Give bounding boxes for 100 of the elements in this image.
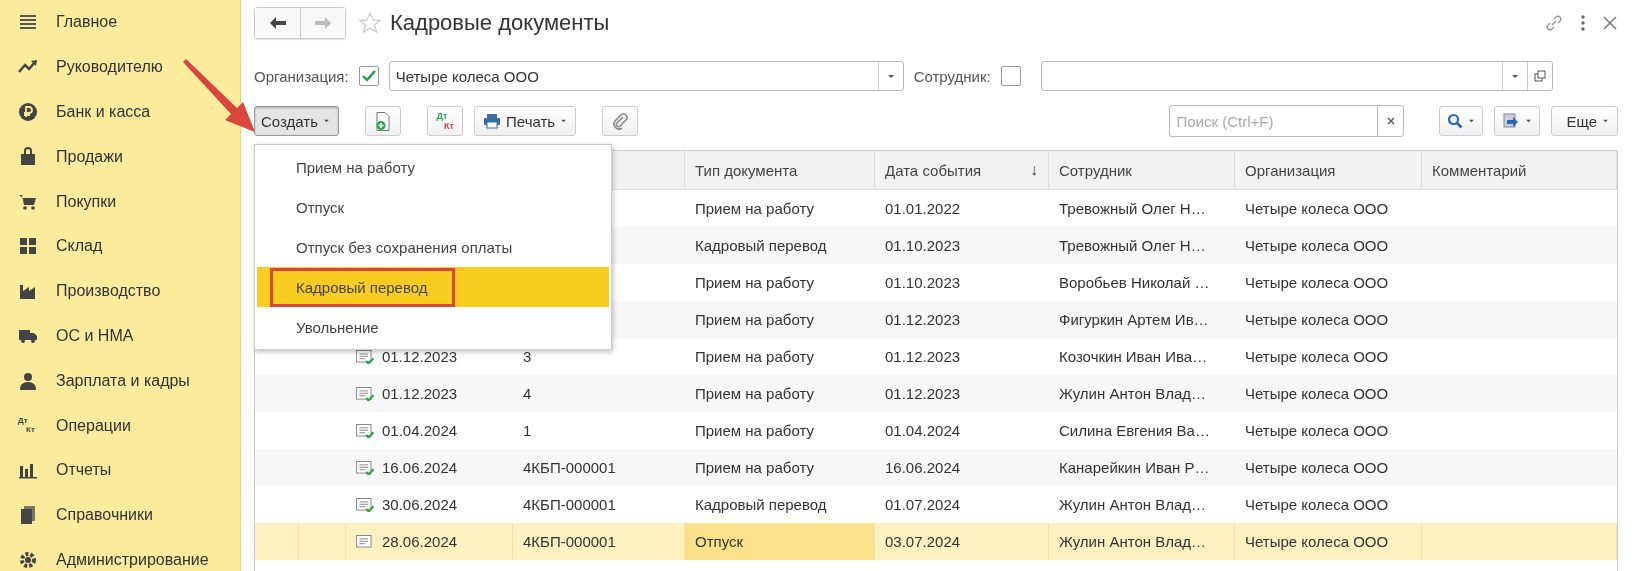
table-cell: 01.07.2024 <box>885 496 961 513</box>
link-icon[interactable] <box>1544 12 1564 33</box>
column-header[interactable]: Тип документа <box>685 151 875 189</box>
table-cell: Тревожный Олег Н… <box>1059 200 1206 217</box>
table-cell: 01.10.2023 <box>885 274 961 291</box>
sidebar-item[interactable]: Дт Кт Операции <box>0 403 240 448</box>
search-button[interactable] <box>1439 106 1484 136</box>
table-row[interactable]: 30.06.2024 4КБП-000001 Кадровый перевод 01.07.2024 Жулин Антон Влад… Четыре колеса ООО <box>255 486 1617 523</box>
table-row[interactable]: 28.06.2024 4КБП-000001 Отпуск 03.07.2024 Жулин Антон Влад… Четыре колеса ООО <box>255 523 1617 560</box>
table-cell: Тревожный Олег Н… <box>1059 237 1206 254</box>
gear-icon <box>18 549 38 570</box>
table-cell: 16.06.2024 <box>382 459 458 476</box>
clear-button[interactable] <box>1377 105 1405 137</box>
table-cell: 01.12.2023 <box>885 311 961 328</box>
back-button[interactable] <box>255 7 300 38</box>
add-document-button[interactable] <box>365 106 401 136</box>
menu-item[interactable]: Кадровый перевод <box>257 267 609 307</box>
organization-field[interactable]: Четыре колеса ООО <box>388 61 904 92</box>
close-icon[interactable] <box>1602 14 1618 31</box>
search-field[interactable]: Поиск (Ctrl+F) <box>1169 105 1378 137</box>
back-arrow-icon <box>268 15 287 30</box>
sidebar-item[interactable]: ОС и НМА <box>0 313 240 359</box>
sidebar-item[interactable]: Справочники <box>0 492 240 538</box>
table-cell: Четыре колеса ООО <box>1245 385 1389 402</box>
sidebar-item[interactable]: Отчеты <box>0 447 240 493</box>
column-header[interactable]: Организация <box>1235 151 1422 189</box>
more-icon[interactable] <box>1580 13 1586 32</box>
window-title: Кадровые документы <box>390 9 610 36</box>
sidebar-item[interactable]: Продажи <box>0 134 240 180</box>
table-cell: Четыре колеса ООО <box>1245 422 1389 439</box>
table-cell: 4КБП-000001 <box>523 533 616 550</box>
ruble-coin-icon <box>18 102 38 122</box>
table-cell: Отпуск <box>695 533 744 550</box>
column-header[interactable]: Сотрудник <box>1049 151 1235 189</box>
table-cell: Прием на работу <box>695 274 814 291</box>
sidebar-item[interactable]: Администрирование <box>0 537 240 571</box>
table-row[interactable]: 16.06.2024 4КБП-000001 Прием на работу 16.06.2024 Канарейкин Иван Р… Четыре колеса ООО <box>255 449 1617 486</box>
caret-icon <box>886 73 895 79</box>
books-icon <box>18 505 38 526</box>
table-cell: Козочкин Иван Ива… <box>1059 348 1208 365</box>
organization-checkbox[interactable] <box>358 66 379 87</box>
debit-credit-icon: Дт Кт <box>18 415 38 436</box>
table-cell: 01.04.2024 <box>382 422 458 439</box>
table-cell: Фигуркин Артем Ив… <box>1059 311 1209 328</box>
add-document-icon <box>376 111 390 131</box>
star-icon[interactable] <box>358 10 382 35</box>
table-cell: 3 <box>523 348 532 365</box>
organization-label: Организация: <box>254 67 349 85</box>
caret-icon <box>1510 73 1519 79</box>
sidebar-item[interactable]: Зарплата и кадры <box>0 358 240 404</box>
table-cell: Прием на работу <box>695 200 814 217</box>
caret-icon <box>1602 119 1609 123</box>
sidebar-item[interactable]: Производство <box>0 268 240 314</box>
table-cell: Прием на работу <box>695 459 814 476</box>
table-cell: 01.01.2022 <box>885 200 961 217</box>
table-cell: 4КБП-000001 <box>523 496 616 513</box>
caret-icon <box>560 119 568 123</box>
sidebar-item[interactable]: Главное <box>0 0 240 45</box>
export-button[interactable] <box>1494 106 1541 136</box>
table-cell: Четыре колеса ООО <box>1245 200 1389 217</box>
sidebar-item[interactable]: Склад <box>0 224 240 269</box>
more-button[interactable]: Еще <box>1551 106 1618 136</box>
table-cell: 4 <box>523 385 532 402</box>
table-row[interactable]: 01.04.2024 1 Прием на работу 01.04.2024 Силина Евгения Ва… Четыре колеса ООО <box>255 412 1617 449</box>
table-cell: 01.12.2023 <box>885 348 961 365</box>
table-cell: Кадровый перевод <box>695 237 827 254</box>
employee-checkbox[interactable] <box>1000 66 1021 87</box>
person-icon <box>18 370 38 391</box>
debit-credit-button[interactable]: Дт Кт <box>427 106 463 136</box>
table-cell: Прием на работу <box>695 311 814 328</box>
grid-icon <box>18 236 38 257</box>
table-row[interactable]: 01.12.2023 4 Прием на работу 01.12.2023 Жулин Антон Влад… Четыре колеса ООО <box>255 375 1617 412</box>
table-cell: Четыре колеса ООО <box>1245 496 1389 513</box>
attach-button[interactable] <box>602 106 639 136</box>
table-cell: Канарейкин Иван Р… <box>1059 459 1210 476</box>
table-cell: 01.12.2023 <box>885 385 961 402</box>
menu-item[interactable]: Прием на работу <box>257 147 609 187</box>
table-cell: Четыре колеса ООО <box>1245 459 1389 476</box>
table-cell: 28.06.2024 <box>382 533 458 550</box>
menu-item[interactable]: Отпуск без сохранения оплаты <box>257 227 609 267</box>
column-header[interactable]: Комментарий <box>1422 151 1617 189</box>
sidebar-item[interactable]: Руководителю <box>0 44 240 90</box>
forward-arrow-icon <box>314 15 332 30</box>
employee-field[interactable] <box>1040 61 1553 92</box>
open-window-icon <box>1533 70 1546 83</box>
column-header[interactable]: Дата события ↓ <box>875 151 1049 189</box>
print-button[interactable]: Печать <box>474 106 577 136</box>
create-button[interactable]: Создать <box>254 106 339 136</box>
menu-item[interactable]: Отпуск <box>257 187 609 227</box>
table-cell: Четыре колеса ООО <box>1245 348 1389 365</box>
paperclip-icon <box>612 112 629 130</box>
sidebar-item[interactable]: Банк и касса <box>0 89 240 135</box>
sidebar-item[interactable]: Покупки <box>0 179 240 224</box>
table-cell: Прием на работу <box>695 348 814 365</box>
employee-label: Сотрудник: <box>913 67 991 85</box>
export-document-icon <box>1502 112 1521 130</box>
table-cell: 1 <box>523 422 532 439</box>
caret-icon <box>1525 119 1533 123</box>
table-cell: Жулин Антон Влад… <box>1059 385 1207 402</box>
table-cell: Воробьев Николай … <box>1059 274 1210 291</box>
